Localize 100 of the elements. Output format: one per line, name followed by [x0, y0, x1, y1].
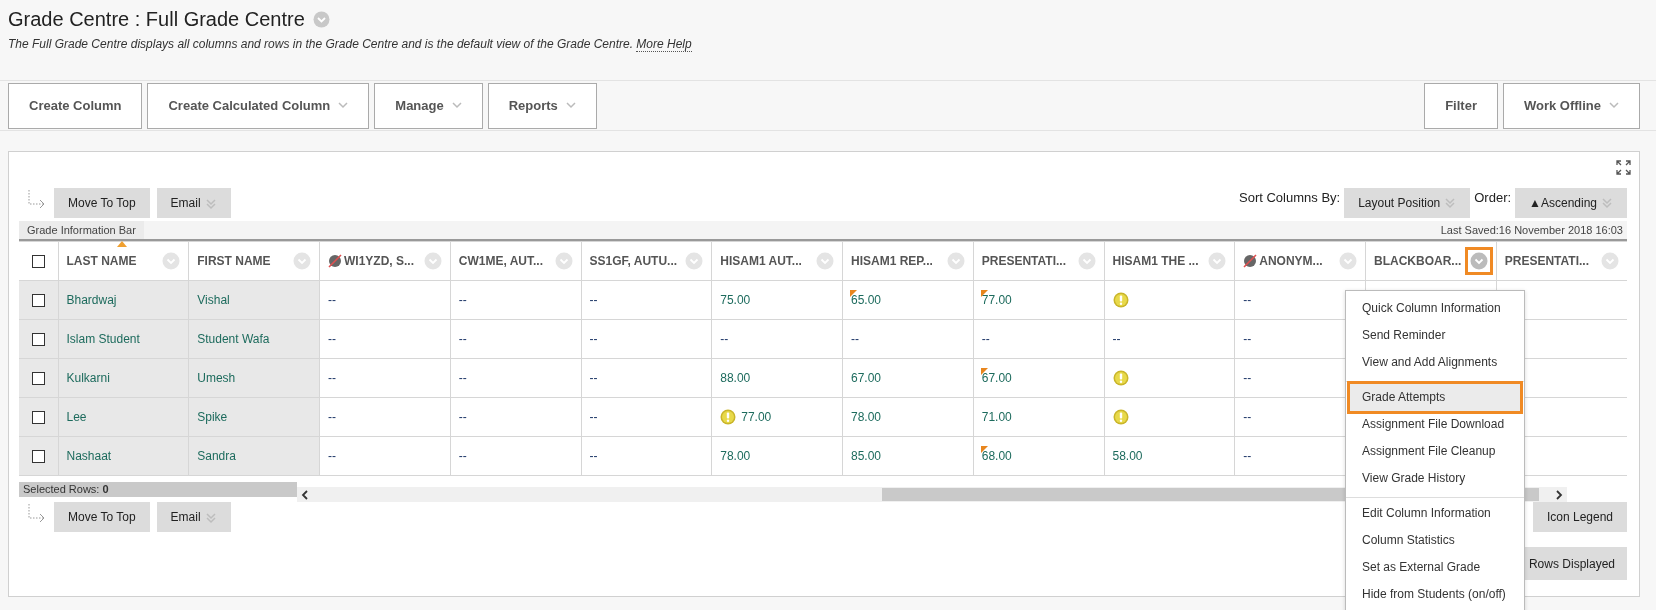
- double-caret-icon: [204, 198, 217, 210]
- grade-value[interactable]: --: [589, 293, 598, 307]
- page-title: Grade Centre : Full Grade Centre: [8, 8, 305, 31]
- column-header: SS1GF, AUTU...: [589, 254, 679, 268]
- grade-value[interactable]: --: [589, 332, 598, 346]
- row-checkbox[interactable]: [31, 411, 45, 425]
- menu-item[interactable]: Grade Attempts: [1350, 384, 1520, 411]
- row-checkbox[interactable]: [31, 333, 45, 347]
- toolbar-button[interactable]: Manage: [374, 82, 483, 129]
- grade-value[interactable]: --: [328, 410, 336, 424]
- grade-value[interactable]: --: [328, 449, 336, 463]
- grade-value[interactable]: 77.00: [741, 410, 772, 424]
- grade-value[interactable]: --: [981, 332, 990, 346]
- menu-item[interactable]: View and Add Alignments: [1346, 349, 1524, 376]
- row-checkbox[interactable]: [31, 294, 45, 308]
- toolbar-button[interactable]: Create Calculated Column: [147, 82, 370, 129]
- override-flag-icon: [850, 290, 857, 297]
- page-description: The Full Grade Centre displays all columns and rows in the Grade Centre and is the default view of the Grade Centre. More Help: [8, 37, 693, 51]
- sort-dropdown[interactable]: Layout Position: [1344, 188, 1471, 218]
- grade-value[interactable]: 78.00: [720, 449, 751, 463]
- grade-value[interactable]: --: [720, 332, 729, 346]
- grade-value[interactable]: 77.00: [981, 293, 1012, 307]
- row-checkbox[interactable]: [31, 372, 45, 386]
- menu-item[interactable]: Edit Column Information: [1346, 500, 1524, 527]
- override-flag-icon: [980, 290, 988, 297]
- menu-item[interactable]: Send Reminder: [1346, 322, 1524, 349]
- student-name-link[interactable]: Spike: [197, 410, 228, 424]
- icon-legend-button[interactable]: Icon Legend: [1532, 502, 1627, 532]
- menu-item[interactable]: View Grade History: [1346, 465, 1524, 492]
- menu-item[interactable]: Assignment File Download: [1346, 411, 1524, 438]
- column-header: ANONYM...: [1259, 254, 1324, 268]
- column-menu-button[interactable]: [1337, 250, 1359, 272]
- student-name-link[interactable]: Islam Student: [66, 332, 140, 346]
- row-checkbox[interactable]: [31, 450, 45, 464]
- column-header: HISAM1 AUT...: [720, 254, 803, 268]
- column-menu-button[interactable]: [814, 250, 836, 272]
- toolbar-button[interactable]: Filter: [1424, 82, 1498, 129]
- email-button[interactable]: Email: [156, 502, 231, 532]
- grade-value[interactable]: 85.00: [851, 449, 882, 463]
- hidden-icon: [1243, 254, 1258, 268]
- grade-value[interactable]: --: [328, 332, 336, 346]
- grade-value[interactable]: --: [328, 371, 336, 385]
- grade-value[interactable]: --: [589, 410, 598, 424]
- email-button[interactable]: Email: [156, 188, 231, 218]
- grade-value[interactable]: --: [589, 449, 598, 463]
- grade-value[interactable]: --: [1243, 410, 1252, 424]
- grade-information-bar-tab[interactable]: Grade Information Bar: [19, 221, 144, 239]
- exclamation-icon: [1112, 292, 1129, 308]
- grade-value[interactable]: 67.00: [981, 371, 1012, 385]
- student-name-link[interactable]: Student Wafa: [197, 332, 270, 346]
- menu-item[interactable]: Quick Column Information: [1346, 295, 1524, 322]
- grade-value[interactable]: 71.00: [981, 410, 1012, 424]
- scroll-left-icon[interactable]: [301, 489, 309, 500]
- grade-value[interactable]: --: [458, 293, 467, 307]
- expand-icon[interactable]: [1616, 160, 1631, 175]
- column-menu-button[interactable]: [291, 250, 313, 272]
- grade-value[interactable]: 58.00: [1112, 449, 1143, 463]
- grade-value[interactable]: 67.00: [851, 371, 882, 385]
- toolbar-button[interactable]: Create Column: [8, 82, 143, 129]
- grade-value[interactable]: --: [328, 293, 336, 307]
- column-menu-button[interactable]: [1599, 250, 1621, 272]
- move-to-top-button[interactable]: Move To Top: [54, 188, 150, 218]
- student-name-link[interactable]: Vishal: [197, 293, 230, 307]
- order-label: Order:: [1474, 190, 1512, 205]
- grade-value[interactable]: 75.00: [720, 293, 751, 307]
- order-dropdown[interactable]: ▲Ascending: [1515, 188, 1627, 218]
- student-name-link[interactable]: Umesh: [197, 371, 236, 385]
- grade-value[interactable]: --: [589, 371, 598, 385]
- grade-value[interactable]: 65.00: [851, 293, 882, 307]
- grade-value[interactable]: --: [458, 410, 467, 424]
- student-name-link[interactable]: Bhardwaj: [66, 293, 117, 307]
- more-help-link[interactable]: More Help: [636, 37, 692, 52]
- move-to-top-button[interactable]: Move To Top: [54, 502, 150, 532]
- grade-value[interactable]: --: [1243, 293, 1252, 307]
- grade-value[interactable]: --: [1243, 371, 1252, 385]
- student-name-link[interactable]: Nashaat: [66, 449, 112, 463]
- toolbar-button[interactable]: Work Offline: [1502, 82, 1640, 129]
- student-name-link[interactable]: Sandra: [197, 449, 236, 463]
- chevron-circle-icon[interactable]: [312, 11, 330, 28]
- grade-value[interactable]: --: [1243, 332, 1252, 346]
- student-name-link[interactable]: Lee: [66, 410, 87, 424]
- grade-value[interactable]: --: [1243, 449, 1252, 463]
- exclamation-icon: [1112, 409, 1129, 425]
- grade-value[interactable]: --: [458, 449, 467, 463]
- grade-value[interactable]: --: [1112, 332, 1121, 346]
- column-menu-button[interactable]: [1467, 250, 1490, 272]
- student-name-link[interactable]: Kulkarni: [66, 371, 110, 385]
- select-all-checkbox[interactable]: [31, 255, 45, 269]
- grade-value[interactable]: 78.00: [851, 410, 882, 424]
- grade-value[interactable]: 68.00: [981, 449, 1012, 463]
- grade-value[interactable]: --: [458, 371, 467, 385]
- grade-value[interactable]: 88.00: [720, 371, 751, 385]
- menu-item[interactable]: Hide from Students (on/off): [1346, 581, 1524, 608]
- toolbar-button[interactable]: Reports: [487, 82, 597, 129]
- scroll-right-icon[interactable]: [1555, 489, 1563, 500]
- column-header: BLACKBOAR...: [1374, 254, 1463, 268]
- menu-item[interactable]: Assignment File Cleanup: [1346, 438, 1524, 465]
- grade-value[interactable]: --: [458, 332, 467, 346]
- grade-value[interactable]: --: [851, 332, 859, 346]
- column-header: CW1ME, AUT...: [458, 254, 544, 268]
